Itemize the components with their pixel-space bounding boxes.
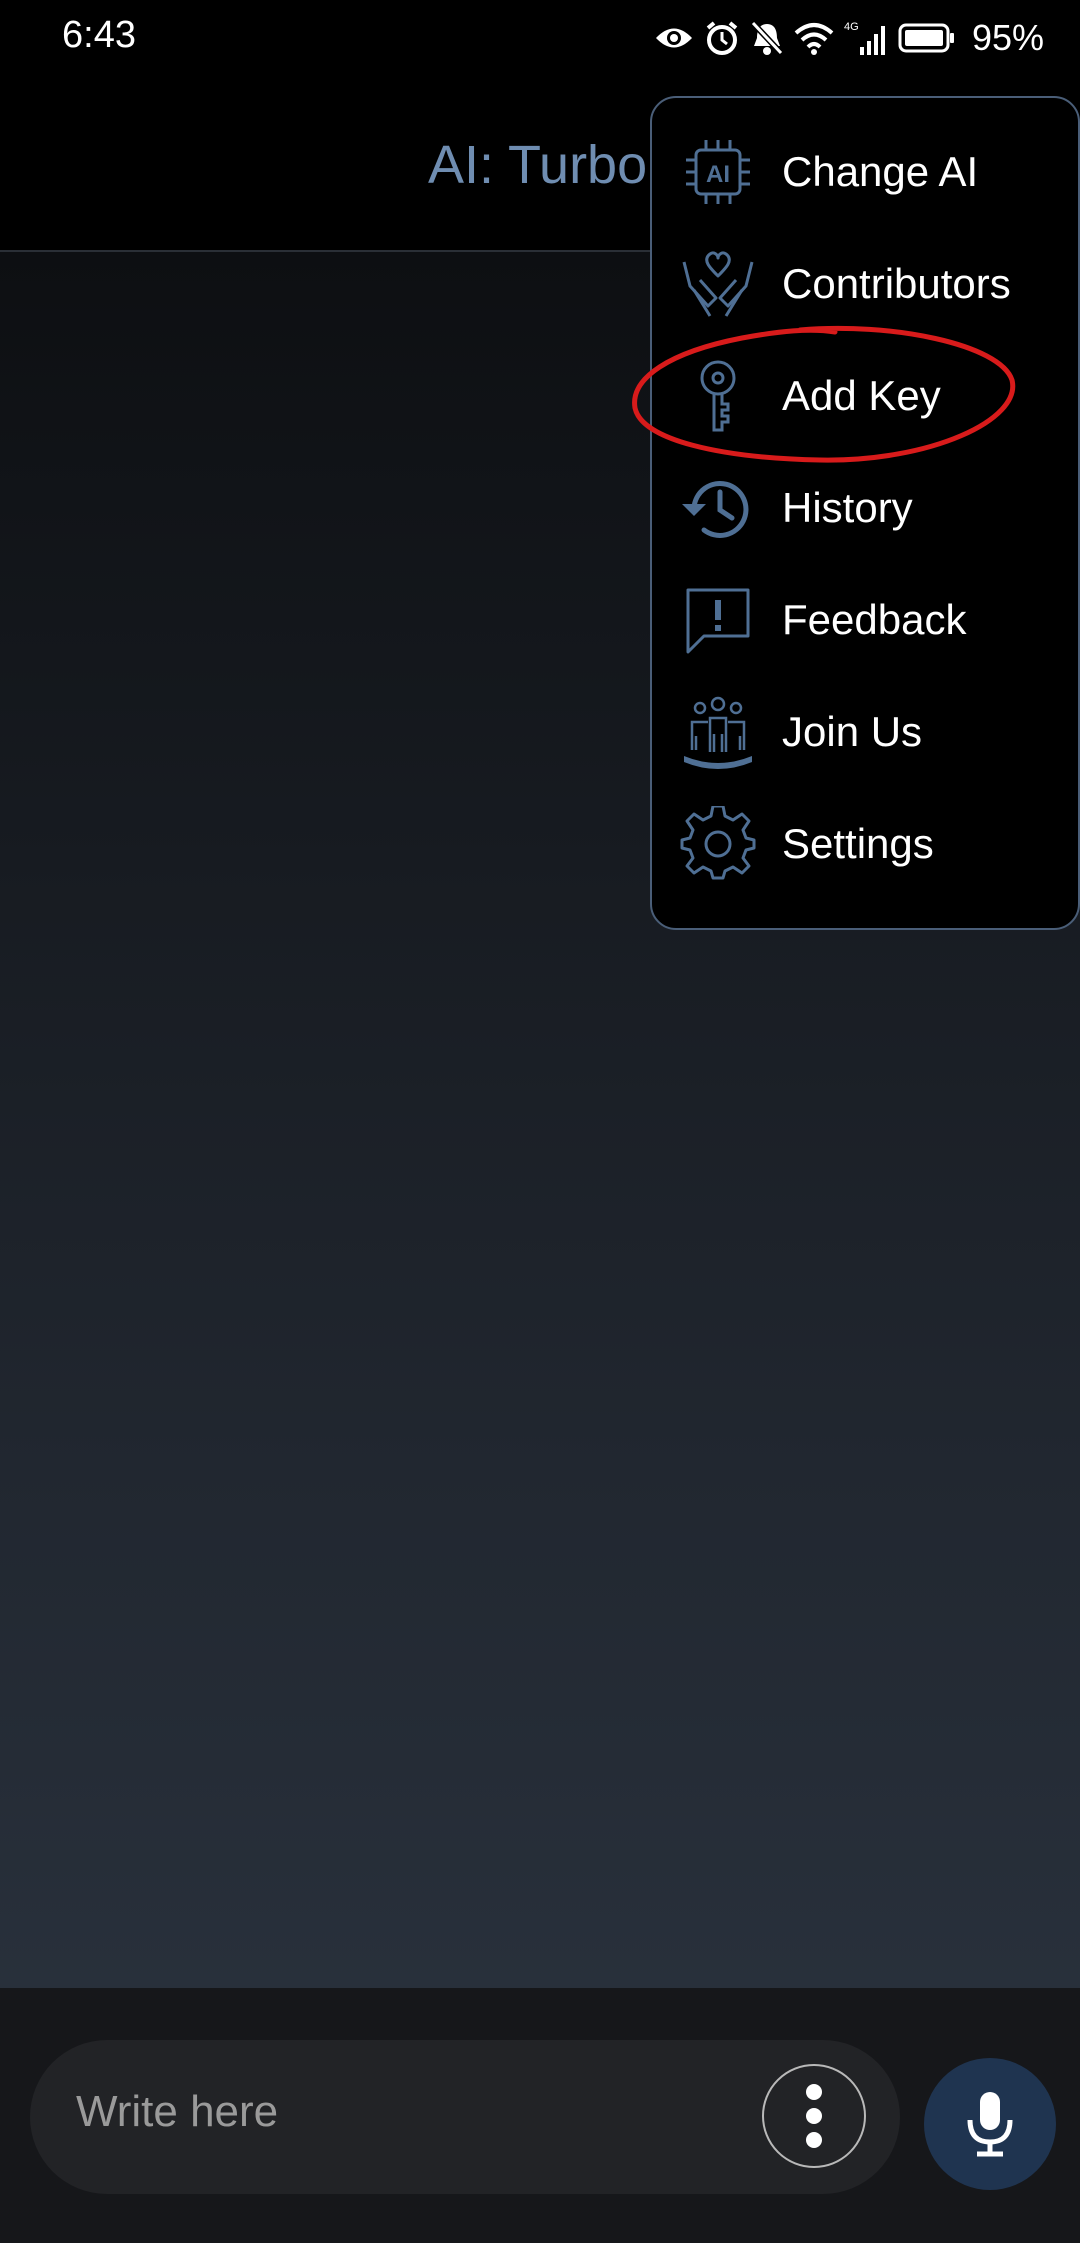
svg-text:AI: AI — [706, 161, 730, 188]
menu-item-label: Feedback — [782, 596, 967, 643]
alarm-icon — [706, 21, 738, 55]
eye-icon — [655, 28, 692, 48]
gear-icon — [680, 806, 756, 880]
status-bar: 6:43 4G 95% — [0, 0, 1080, 76]
key-icon — [700, 360, 736, 432]
menu-item-label: Join Us — [782, 708, 923, 755]
status-time: 6:43 — [62, 14, 136, 56]
menu-item-feedback[interactable]: Feedback — [652, 564, 1080, 676]
wifi-icon — [794, 23, 834, 55]
message-input[interactable] — [74, 2086, 718, 2138]
history-icon — [682, 481, 749, 538]
microphone-button[interactable] — [924, 2058, 1056, 2190]
more-vertical-icon — [806, 2084, 822, 2148]
svg-text:4G: 4G — [844, 21, 859, 33]
message-input-container — [30, 2040, 900, 2194]
heart-hands-icon — [682, 251, 754, 317]
ai-chip-icon: AI — [686, 140, 750, 204]
cellular-signal-icon: 4G — [844, 21, 885, 55]
menu-item-label: Settings — [782, 820, 934, 867]
battery-icon — [898, 23, 954, 53]
menu-item-label: Change AI — [782, 148, 979, 195]
bottom-bar — [0, 1988, 1080, 2243]
menu-item-label: Contributors — [782, 260, 1011, 307]
menu-item-history[interactable]: History — [652, 452, 1080, 564]
overflow-menu: AI Change AI Contributors Add Key Histor… — [650, 96, 1080, 930]
menu-item-settings[interactable]: Settings — [652, 788, 1080, 900]
more-options-button[interactable] — [762, 2064, 866, 2168]
menu-item-contributors[interactable]: Contributors — [652, 228, 1080, 340]
feedback-icon — [686, 588, 750, 654]
battery-percent: 95% — [971, 17, 1044, 58]
menu-item-label: History — [782, 484, 913, 531]
menu-item-join-us[interactable]: Join Us — [652, 676, 1080, 788]
menu-item-add-key[interactable]: Add Key — [652, 340, 1080, 452]
menu-item-change-ai[interactable]: AI Change AI — [652, 116, 1080, 228]
microphone-icon — [967, 2092, 1013, 2157]
group-icon — [684, 696, 752, 769]
menu-item-label: Add Key — [782, 372, 941, 419]
status-icons: 4G 95% — [654, 14, 1044, 62]
bell-muted-icon — [750, 20, 784, 56]
page-title: AI: Turbo — [428, 135, 648, 195]
